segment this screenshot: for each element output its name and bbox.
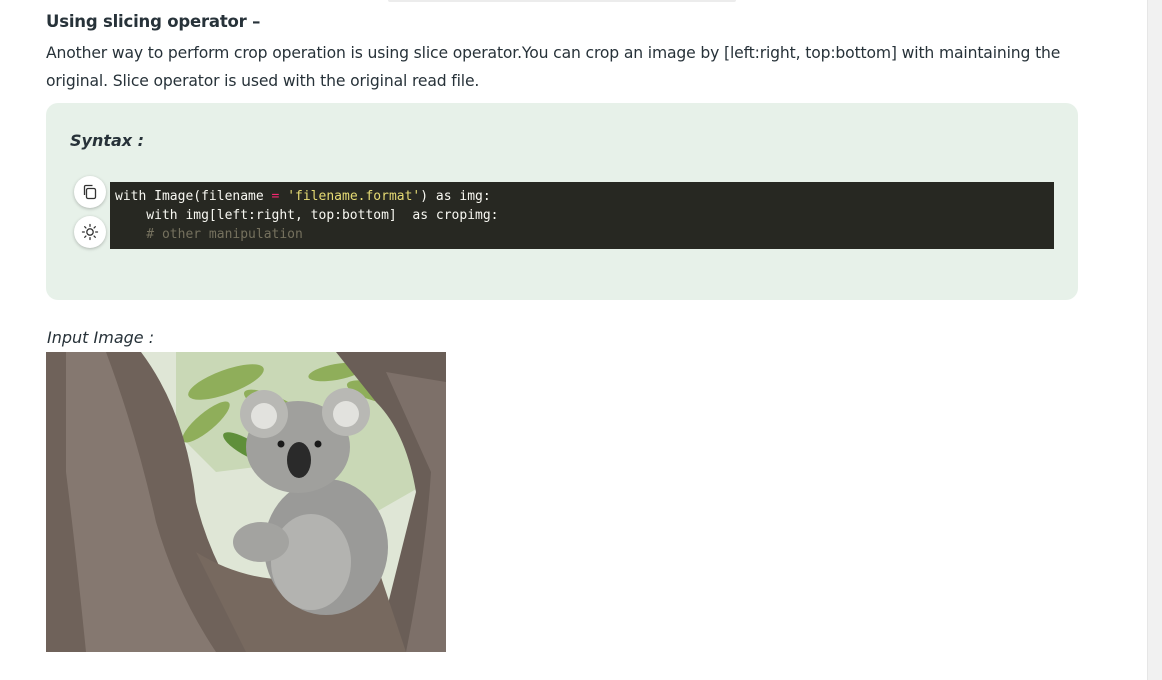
syntax-box: Syntax : with Image(filename = 'filename… bbox=[46, 103, 1078, 300]
code-block[interactable]: with Image(filename = 'filename.format')… bbox=[110, 182, 1054, 249]
section-heading: Using slicing operator – bbox=[46, 12, 261, 31]
koala-image bbox=[46, 352, 446, 652]
section-paragraph: Another way to perform crop operation is… bbox=[46, 44, 1061, 90]
sun-icon bbox=[81, 223, 99, 241]
code-token: with Image(filename bbox=[115, 189, 272, 204]
code-line-1: with Image(filename = 'filename.format')… bbox=[115, 187, 1054, 206]
scrollbar[interactable] bbox=[1147, 0, 1162, 680]
input-image-label: Input Image : bbox=[47, 328, 155, 347]
code-comment-line: # other manipulation bbox=[115, 227, 303, 242]
copy-icon bbox=[83, 184, 97, 200]
top-divider bbox=[388, 0, 736, 2]
code-line-2: with img[left:right, top:bottom] as crop… bbox=[115, 208, 499, 223]
toggle-theme-button[interactable] bbox=[74, 216, 106, 248]
code-string: 'filename.format' bbox=[287, 189, 421, 204]
syntax-label: Syntax : bbox=[70, 131, 145, 150]
copy-code-button[interactable] bbox=[74, 176, 106, 208]
code-token: ) as img: bbox=[420, 189, 491, 204]
